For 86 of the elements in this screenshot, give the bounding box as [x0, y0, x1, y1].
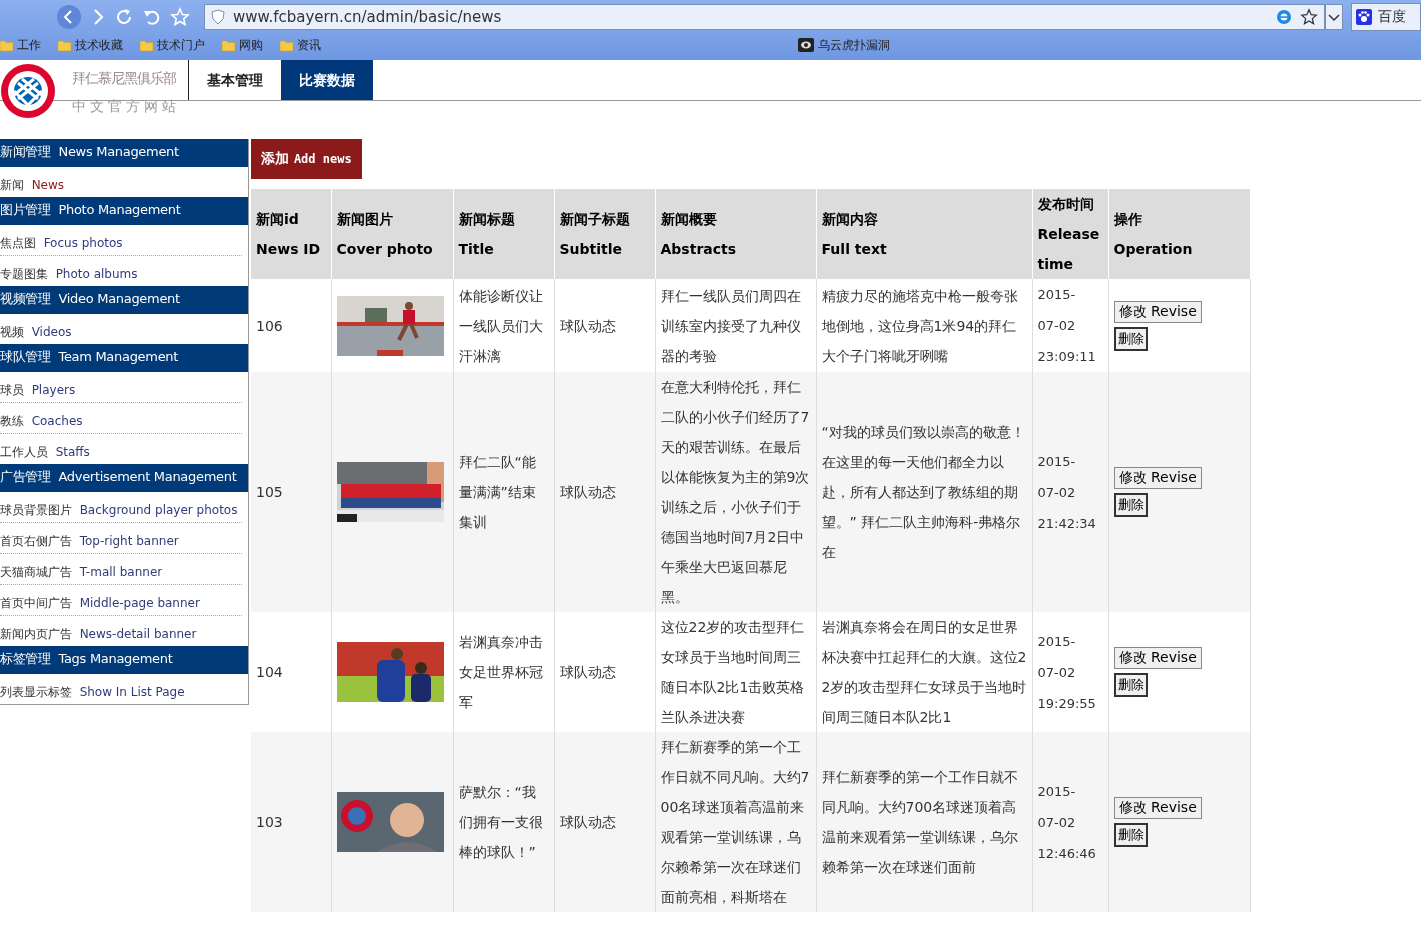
table-cell: 105 [256, 484, 283, 500]
sidebar-item[interactable]: 新闻内页广告 News-detail banner [0, 616, 242, 646]
table-cell: 2015-07-02 12:46:46 [1037, 783, 1096, 861]
add-news-button[interactable]: 添加 Add news [251, 139, 362, 179]
column-header: 发布时间 Release time [1037, 196, 1100, 272]
table-cell: 岩渊真奈冲击女足世界杯冠军 [458, 634, 543, 710]
sidebar-item[interactable]: 新闻 News [0, 167, 242, 197]
address-bar[interactable]: www.fcbayern.cn/admin/basic/news [204, 3, 1325, 30]
bookmark[interactable]: 网购 [222, 36, 263, 54]
table-cell: 拜仁新赛季的第一个工作日就不同凡响。大约700名球迷顶着高温前来观看第一堂训练课，乌尔赖希第一次在球迷们面前亮相，科斯塔在 [660, 739, 810, 905]
bookmark[interactable]: 乌云虎扑漏洞 [798, 36, 890, 54]
browser-e-icon[interactable] [1276, 8, 1292, 25]
table-cell: 在意大利特伦托，拜仁二队的小伙子们经历了7天的艰苦训练。在最后以体能恢复为主的第9次训练之后，小伙子们于德国当地时间7月2日中午乘坐大巴返回慕尼黑。 [660, 379, 810, 605]
folder-icon [280, 39, 293, 51]
table-cell: 106 [256, 317, 283, 334]
sidebar-section-header: 广告管理 Advertisement Management [0, 464, 248, 492]
sidebar-item[interactable]: 列表显示标签 Show In List Page [0, 674, 242, 704]
table-cell: 拜仁新赛季的第一个工作日就不同凡响。大约700名球迷顶着高温前来观看第一堂训练课，乌尔赖希第一次在球迷们面前 [821, 769, 1018, 875]
shield-icon [211, 8, 225, 25]
table-cell: 精疲力尽的施塔克中枪一般夸张地倒地，这位身高1米94的拜仁大个子门将呲牙咧嘴 [821, 287, 1018, 364]
folder-icon [58, 39, 71, 51]
column-header: 新闻内容 Full text [821, 211, 887, 257]
search-engine-label: 百度 [1378, 7, 1406, 26]
sidebar-item[interactable]: 专题图集 Photo albums [0, 256, 242, 286]
search-engine-field[interactable]: 百度 [1351, 2, 1421, 31]
nav-tab[interactable]: 基本管理 [189, 60, 281, 100]
sidebar-item[interactable]: 首页中间广告 Middle-page banner [0, 585, 242, 616]
table-cell: 104 [256, 664, 283, 680]
sidebar-item[interactable]: 首页右侧广告 Top-right banner [0, 523, 242, 554]
table-cell: 这位22岁的攻击型拜仁女球员于当地时间周三随日本队2比1击败英格兰队杀进决赛 [660, 619, 805, 725]
sidebar-section-header: 新闻管理 News Management [0, 139, 248, 167]
column-header: 新闻标题 Title [458, 211, 515, 257]
sidebar-item[interactable]: 焦点图 Focus photos [0, 225, 242, 256]
bookmark[interactable]: 资讯 [280, 36, 321, 54]
table-cell: 球队动态 [559, 317, 616, 334]
sidebar-section-header: 图片管理 Photo Management [0, 197, 248, 225]
star-icon[interactable] [1300, 7, 1318, 26]
table-cell: 球队动态 [559, 814, 616, 830]
paw-icon [1356, 8, 1372, 25]
table-cell: 体能诊断仪让一线队员们大汗淋漓 [458, 287, 543, 364]
sidebar-section-header: 球队管理 Team Management [0, 344, 248, 372]
back-icon[interactable] [56, 3, 82, 30]
url-text: www.fcbayern.cn/admin/basic/news [233, 7, 502, 26]
folder-icon [140, 39, 153, 51]
site-icon [798, 38, 814, 52]
delete-button[interactable]: 删除 [1113, 673, 1148, 697]
table-cell: 球队动态 [559, 664, 616, 680]
folder-icon [222, 39, 235, 51]
sidebar-item[interactable]: 教练 Coaches [0, 403, 242, 434]
dropdown-icon[interactable] [1325, 3, 1343, 30]
table-cell: 2015-07-02 19:29:55 [1037, 633, 1096, 711]
refresh-icon[interactable] [114, 6, 134, 27]
revise-button[interactable]: 修改 Revise [1113, 797, 1202, 819]
folder-icon [0, 39, 13, 51]
revise-button[interactable]: 修改 Revise [1113, 300, 1202, 323]
table-cell: 2015-07-02 21:42:34 [1037, 453, 1096, 531]
revise-button[interactable]: 修改 Revise [1113, 467, 1202, 489]
delete-button[interactable]: 删除 [1113, 823, 1148, 847]
revise-button[interactable]: 修改 Revise [1113, 647, 1202, 669]
table-cell: “对我的球员们致以崇高的敬意！在这里的每一天他们都全力以赴，所有人都达到了教练组的期望。” 拜仁二队主帅海科-弗格尔在 [821, 424, 1025, 560]
table-cell: 2015-07-02 23:09:11 [1037, 287, 1096, 364]
sidebar-item[interactable]: 天猫商城广告 T-mall banner [0, 554, 242, 585]
bookmark[interactable]: 技术门户 [140, 36, 205, 54]
sidebar-section-header: 标签管理 Tags Management [0, 646, 248, 674]
table-cell: 拜仁一线队员们周四在训练室内接受了九种仪器的考验 [660, 287, 801, 364]
bookmark[interactable]: 工作 [0, 36, 41, 54]
column-header: 新闻概要 Abstracts [660, 211, 737, 257]
table-cell: 拜仁二队“能量满满”结束集训 [458, 454, 536, 530]
column-header: 操作 Operation [1113, 211, 1193, 257]
delete-button[interactable]: 删除 [1113, 326, 1148, 351]
sidebar-section-header: 视频管理 Video Management [0, 286, 248, 314]
column-header: 新闻子标题 Subtitle [559, 211, 630, 257]
sidebar-item[interactable]: 球员 Players [0, 372, 242, 403]
table-cell: 岩渊真奈将会在周日的女足世界杯决赛中扛起拜仁的大旗。这位22岁的攻击型拜仁女球员于当地时间周三随日本队2比1 [821, 619, 1027, 725]
table-cell: 萨默尔：“我们拥有一支很棒的球队！” [458, 784, 543, 860]
sidebar-item[interactable]: 视频 Videos [0, 314, 242, 344]
sidebar-item[interactable]: 工作人员 Staffs [0, 434, 242, 464]
bookmark[interactable]: 技术收藏 [58, 36, 123, 54]
site-name: 拜仁慕尼黑俱乐部 [72, 70, 177, 88]
delete-button[interactable]: 删除 [1113, 493, 1148, 517]
sidebar-item[interactable]: 球员背景图片 Background player photos [0, 492, 242, 523]
column-header: 新闻id News ID [256, 211, 321, 257]
nav-tab[interactable]: 比赛数据 [281, 60, 373, 100]
table-cell: 球队动态 [559, 484, 616, 500]
column-header: 新闻图片 Cover photo [336, 211, 433, 257]
table-cell: 103 [256, 814, 283, 830]
